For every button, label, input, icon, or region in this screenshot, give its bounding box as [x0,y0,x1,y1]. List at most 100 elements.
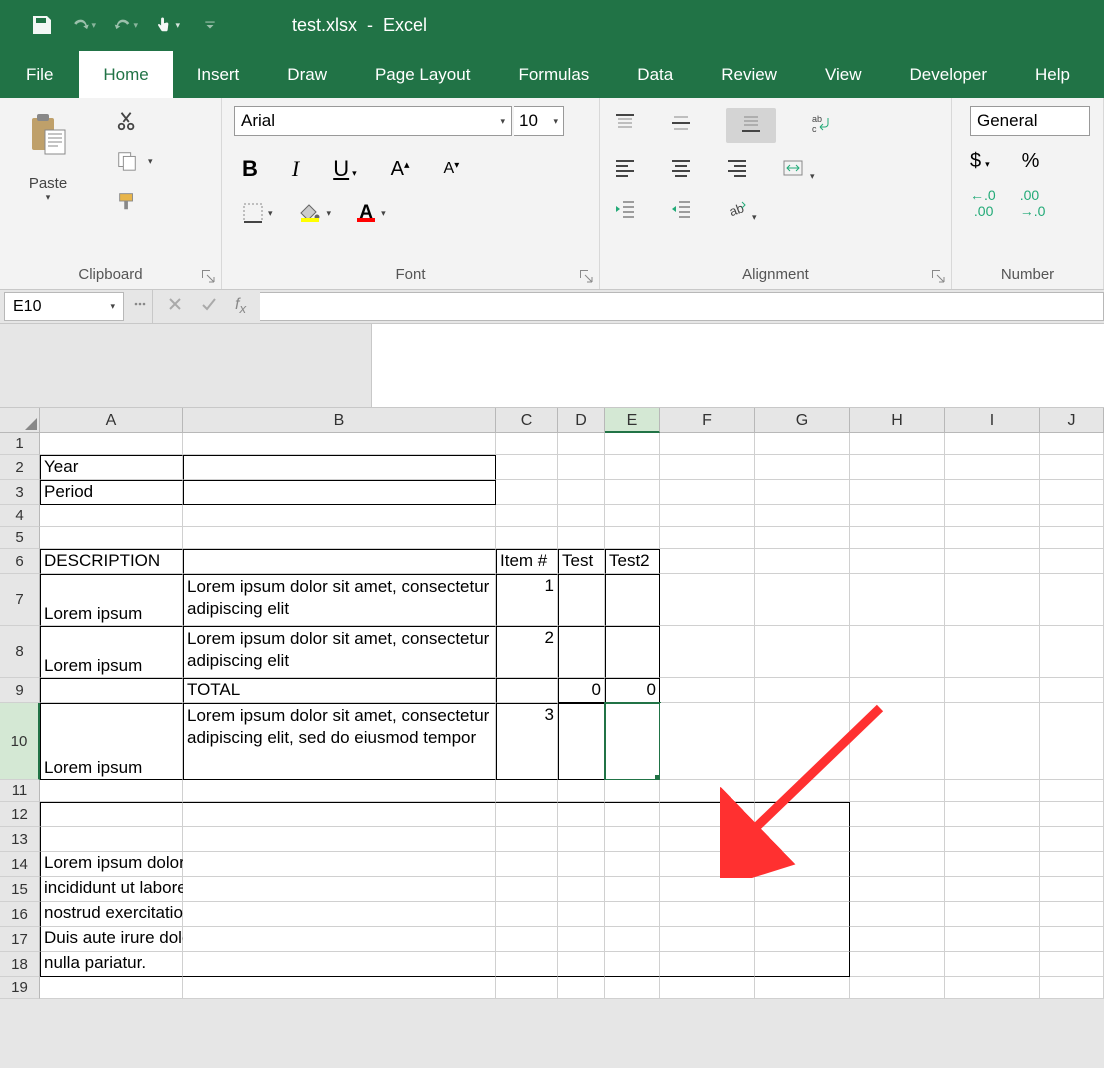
cell-H7[interactable] [850,574,945,626]
row-header[interactable]: 16 [0,902,40,927]
cell-F3[interactable] [660,480,755,505]
merge-center-button[interactable]: ▾ [782,157,815,184]
cell-I5[interactable] [945,527,1040,549]
cell-B8[interactable]: Lorem ipsum dolor sit amet, consectetur … [183,626,496,678]
cell-E1[interactable] [605,433,660,455]
tab-insert[interactable]: Insert [173,51,264,98]
cell-F5[interactable] [660,527,755,549]
cell-F18[interactable] [660,952,755,977]
cell-E8[interactable] [605,626,660,678]
cell-B12[interactable] [183,802,496,827]
font-color-button[interactable]: A [357,204,375,222]
cancel-icon[interactable] [167,296,183,317]
cell-A8[interactable]: Lorem ipsum [40,626,183,678]
borders-button[interactable]: ▾ [242,202,273,224]
cell-D13[interactable] [558,827,605,852]
number-format-select[interactable]: General [970,106,1090,136]
cell-G19[interactable] [755,977,850,999]
align-middle-button[interactable] [670,112,692,139]
cell-E15[interactable] [605,877,660,902]
tab-help[interactable]: Help [1011,51,1094,98]
cell-A19[interactable] [40,977,183,999]
cell-E17[interactable] [605,927,660,952]
cell-A5[interactable] [40,527,183,549]
cell-I4[interactable] [945,505,1040,527]
cell-E6[interactable]: Test2 [605,549,660,574]
decrease-font-button[interactable]: A▾ [444,160,460,178]
cell-H9[interactable] [850,678,945,703]
name-box[interactable]: E10▾ [4,292,124,321]
cell-H18[interactable] [850,952,945,977]
cell-C8[interactable]: 2 [496,626,558,678]
cell-B4[interactable] [183,505,496,527]
cell-E10[interactable] [605,703,660,780]
cell-D6[interactable]: Test [558,549,605,574]
cell-F16[interactable] [660,902,755,927]
cell-J10[interactable] [1040,703,1104,780]
cell-A3[interactable]: Period [40,480,183,505]
increase-decimal-button[interactable]: ←.0 .00 [970,187,996,219]
cell-A12[interactable] [40,802,183,827]
cell-H1[interactable] [850,433,945,455]
decrease-decimal-button[interactable]: .00→.0 [1020,187,1046,219]
cell-G9[interactable] [755,678,850,703]
column-header[interactable]: D [558,408,605,433]
cell-D8[interactable] [558,626,605,678]
cut-button[interactable] [116,110,153,132]
cell-C12[interactable] [496,802,558,827]
align-left-button[interactable] [614,157,636,184]
cell-I18[interactable] [945,952,1040,977]
cell-F11[interactable] [660,780,755,802]
cell-D1[interactable] [558,433,605,455]
tab-data[interactable]: Data [613,51,697,98]
cell-B18[interactable] [183,952,496,977]
cell-C15[interactable] [496,877,558,902]
cell-G7[interactable] [755,574,850,626]
cell-I12[interactable] [945,802,1040,827]
cell-D15[interactable] [558,877,605,902]
cell-G18[interactable] [755,952,850,977]
cell-H5[interactable] [850,527,945,549]
cell-A4[interactable] [40,505,183,527]
touch-mode-icon[interactable]: ▾ [156,13,180,37]
cell-J18[interactable] [1040,952,1104,977]
cell-F15[interactable] [660,877,755,902]
cell-I11[interactable] [945,780,1040,802]
cell-J2[interactable] [1040,455,1104,480]
cell-A10[interactable]: Lorem ipsum [40,703,183,780]
cell-B3[interactable] [183,480,496,505]
column-header[interactable]: E [605,408,660,433]
cell-H14[interactable] [850,852,945,877]
cell-A16[interactable]: nostrud exercitation ullamco laboris nis… [40,902,183,927]
cell-E11[interactable] [605,780,660,802]
cell-B9[interactable]: TOTAL [183,678,496,703]
cell-H10[interactable] [850,703,945,780]
font-size-select[interactable]: 10▾ [514,106,564,136]
cell-H4[interactable] [850,505,945,527]
tab-draw[interactable]: Draw [263,51,351,98]
cell-E16[interactable] [605,902,660,927]
cell-B1[interactable] [183,433,496,455]
row-header[interactable]: 2 [0,455,40,480]
cell-E9[interactable]: 0 [605,678,660,703]
column-header[interactable]: H [850,408,945,433]
cell-B5[interactable] [183,527,496,549]
cell-I2[interactable] [945,455,1040,480]
qat-customize-icon[interactable] [198,13,222,37]
cell-C6[interactable]: Item # [496,549,558,574]
cell-I15[interactable] [945,877,1040,902]
cell-G12[interactable] [755,802,850,827]
dialog-launcher-icon[interactable] [931,269,945,283]
row-header[interactable]: 1 [0,433,40,455]
cell-C13[interactable] [496,827,558,852]
cell-A13[interactable] [40,827,183,852]
cell-J13[interactable] [1040,827,1104,852]
cell-C9[interactable] [496,678,558,703]
increase-font-button[interactable]: A▴ [391,158,410,181]
cell-G15[interactable] [755,877,850,902]
cell-G3[interactable] [755,480,850,505]
cell-A18[interactable]: nulla pariatur. [40,952,183,977]
cell-I9[interactable] [945,678,1040,703]
cell-I19[interactable] [945,977,1040,999]
cell-H12[interactable] [850,802,945,827]
